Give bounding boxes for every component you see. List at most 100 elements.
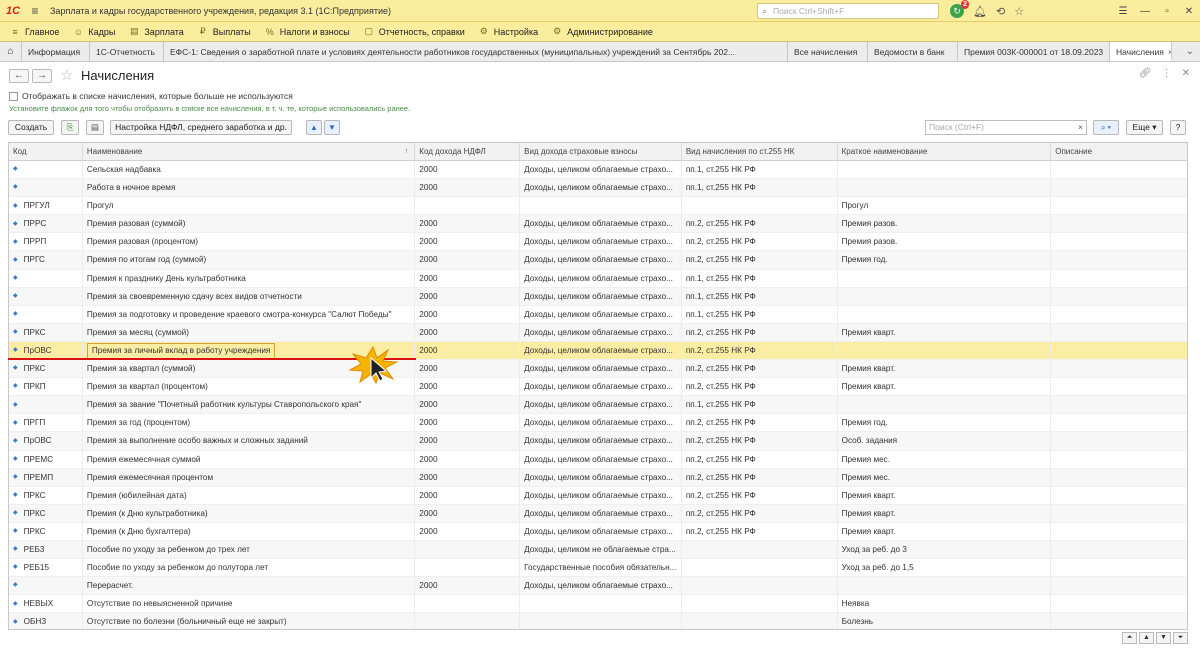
table-row[interactable]: ◆ РЕБ15 Пособие по уходу за ребенком до по… (9, 559, 1187, 578)
back-button[interactable]: ← (9, 69, 29, 83)
col-ndfl-code[interactable]: Код дохода НДФЛ (415, 143, 521, 160)
menu-item-salary[interactable]: ▤ Зарплата (129, 26, 184, 37)
menu-label: Отчетность, справки (378, 26, 465, 37)
tab-1c-reporting[interactable]: 1С-Отчетность (90, 42, 164, 61)
tab-all-accruals[interactable]: Все начисления (788, 42, 868, 61)
main-menu-icon[interactable]: ≡ (26, 4, 44, 18)
table-row[interactable]: ◆ РЕБ3 Пособие по уходу за ребенком до тре… (9, 540, 1187, 560)
link-icon[interactable]: 🔗︎ (1139, 68, 1152, 79)
bell-icon[interactable]: 🔔︎ (973, 5, 987, 18)
copy-icon[interactable]: ⎘ (61, 120, 79, 135)
table-row[interactable]: ◆ ПРГП Премия за год (процентом) 2000 Доходы… (9, 414, 1187, 433)
menu-item-staff[interactable]: ☺ Кадры (73, 27, 116, 37)
search-options-button[interactable]: ⌕ ▾ (1093, 120, 1119, 135)
table-row[interactable]: ◆ НЕВЫХ Отсутствие по невыясненной причине… (9, 595, 1187, 614)
checkbox-box[interactable] (9, 91, 18, 101)
table-row[interactable]: ◆ ОБНЗ Отсутствие по болезни (больничный е… (9, 613, 1187, 629)
scroll-top-icon[interactable]: ⏶ (1122, 632, 1137, 644)
scroll-up-icon[interactable]: ▲ (1139, 632, 1154, 644)
table-row[interactable]: ◆ ПРКС Премия (к Дню бухгалтера) 2000 Доходы… (9, 522, 1187, 541)
table-row[interactable]: ◆ Премия за звание "Почетный работник кул… (9, 396, 1187, 415)
table-cell: Доходы, целиком облагаемые страхо... (520, 251, 682, 269)
table-cell: 2000 (415, 468, 521, 486)
table-cell: 2000 (415, 504, 521, 522)
table-cell (1051, 270, 1187, 287)
table-row[interactable]: ◆ ПРЕМС Премия ежемесячная суммой 2000 Доход… (9, 450, 1187, 469)
more-icon[interactable]: ⋮ (1162, 68, 1172, 79)
close-tab-icon[interactable]: × (1168, 47, 1171, 57)
tab-accruals[interactable]: Начисления× (1110, 42, 1172, 61)
table-cell: ◆ ПРРП (9, 233, 83, 251)
click-burst-icon (348, 346, 398, 384)
scroll-down-icon[interactable]: ▼ (1156, 632, 1171, 644)
table-cell: ◆ ПРГП (9, 414, 83, 432)
col-code[interactable]: Код (9, 143, 83, 160)
settings-ndfl-button[interactable]: Настройка НДФЛ, среднего заработка и др. (110, 120, 292, 135)
table-cell: пп.1, ст.255 НК РФ (682, 396, 838, 414)
table-row[interactable]: ◆ ПРКС Премия (юбилейная дата) 2000 Доходы, … (9, 486, 1187, 505)
table-cell: Премия (к Дню культработника) (83, 504, 416, 522)
history-icon[interactable]: ⟲ (996, 5, 1005, 18)
col-art255[interactable]: Вид начисления по ст.255 НК (682, 143, 838, 160)
tab-info[interactable]: Информация (22, 42, 90, 61)
table-row[interactable]: ◆ ПРРС Премия разовая (суммой) 2000 Доходы, … (9, 215, 1187, 234)
table-row[interactable]: ◆ ПРЕМП Премия ежемесячная процентом 2000 До… (9, 468, 1187, 487)
table-cell: пп.2, ст.255 НК РФ (682, 378, 838, 396)
move-down-icon[interactable]: ▼ (324, 120, 340, 135)
menu-item-settings[interactable]: ⚙ Настройка (479, 26, 538, 37)
table-row[interactable]: ◆ ПРКС Премия (к Дню культработника) 2000 До… (9, 504, 1187, 523)
delete-mark-icon[interactable]: ▤ (86, 120, 104, 135)
table-row[interactable]: ◆ ПРГУЛ Прогул Прогул (9, 197, 1187, 216)
table-row[interactable]: ◆ Премия к празднику День культработника 2… (9, 269, 1187, 288)
clear-search-icon[interactable]: × (1078, 121, 1083, 134)
tab-bank-statements[interactable]: Ведомости в банк (868, 42, 958, 61)
table-row[interactable]: ◆ ПРГС Премия по итогам год (суммой) 2000 До… (9, 251, 1187, 270)
table-row[interactable]: ◆ ПРРП Премия разовая (процентом) 2000 Доход… (9, 233, 1187, 252)
accruals-table: Код Наименование ↑ Код дохода НДФЛ Вид до… (8, 142, 1188, 630)
tab-bonus-doc[interactable]: Премия 003К-000001 от 18.09.2023 (958, 42, 1110, 61)
tabs-dropdown-icon[interactable]: ⌄ (1186, 46, 1194, 57)
notifications-icon[interactable]: ↻ 2 (950, 0, 969, 18)
menu-item-admin[interactable]: ⚙ Администрирование (552, 26, 653, 37)
create-button[interactable]: Создать (8, 120, 54, 135)
col-name[interactable]: Наименование ↑ (83, 143, 416, 160)
table-cell: 2000 (415, 577, 521, 595)
table-cell: 2000 (415, 323, 521, 341)
col-description[interactable]: Описание (1051, 143, 1187, 160)
close-form-icon[interactable]: ✕ (1182, 68, 1190, 79)
table-row[interactable]: ◆ Перерасчет. 2000 Доходы, целиком облагаем… (9, 577, 1187, 596)
search-icon: ⌕ (762, 6, 767, 16)
table-row[interactable]: ◆ ПрОВС Премия за выполнение особо важных … (9, 432, 1187, 451)
col-insurance-type[interactable]: Вид дохода страховые взносы (520, 143, 682, 160)
menu-item-main[interactable]: ≡ Главное (10, 27, 59, 37)
menu-item-taxes[interactable]: % Налоги и взносы (265, 27, 350, 37)
help-button[interactable]: ? (1170, 120, 1186, 135)
close-window-icon[interactable]: ✕ (1178, 6, 1200, 17)
move-up-icon[interactable]: ▲ (306, 120, 322, 135)
forward-button[interactable]: → (32, 69, 52, 83)
more-button[interactable]: Еще ▾ (1126, 120, 1163, 135)
favorite-star-icon[interactable]: ☆ (60, 66, 73, 84)
scroll-bottom-icon[interactable]: ⏷ (1173, 632, 1188, 644)
minimize-icon[interactable]: — (1134, 6, 1156, 17)
col-short-name[interactable]: Краткое наименование (838, 143, 1052, 160)
table-row[interactable]: ◆ Премия за своевременную сдачу всех видо… (9, 287, 1187, 306)
home-icon[interactable]: ⌂ (0, 42, 22, 61)
favorites-icon[interactable]: ☆ (1014, 5, 1024, 18)
table-row[interactable]: ◆ Сельская надбавка 2000 Доходы, целиком об… (9, 161, 1187, 180)
table-row[interactable]: ◆ Премия за подготовку и проведение краев… (9, 305, 1187, 324)
list-search-input[interactable]: Поиск (Ctrl+F) × (925, 120, 1087, 135)
table-row[interactable]: ◆ ПРКС Премия за квартал (суммой) 2000 Доход… (9, 360, 1187, 379)
menu-item-payments[interactable]: ₽ Выплаты (198, 26, 251, 37)
settings-menu-icon[interactable]: ☰ (1112, 6, 1134, 17)
maximize-icon[interactable]: ▫ (1156, 6, 1178, 17)
menu-item-reports[interactable]: ▢ Отчетность, справки (364, 26, 465, 37)
global-search-input[interactable]: ⌕ Поиск Ctrl+Shift+F (757, 3, 939, 19)
table-row[interactable]: ◆ Работа в ночное время 2000 Доходы, целико… (9, 179, 1187, 198)
table-cell: ◆ (9, 179, 83, 197)
table-cell: Доходы, целиком облагаемые страхо... (520, 305, 682, 323)
tab-efs1[interactable]: ЕФС-1: Сведения о заработной плате и усл… (164, 42, 788, 61)
show-unused-checkbox[interactable]: Отображать в списке начисления, которые … (9, 91, 293, 101)
table-row[interactable]: ◆ ПРКС Премия за месяц (суммой) 2000 Доходы,… (9, 323, 1187, 342)
table-row[interactable]: ◆ ПРКП Премия за квартал (процентом) 2000 До… (9, 378, 1187, 397)
